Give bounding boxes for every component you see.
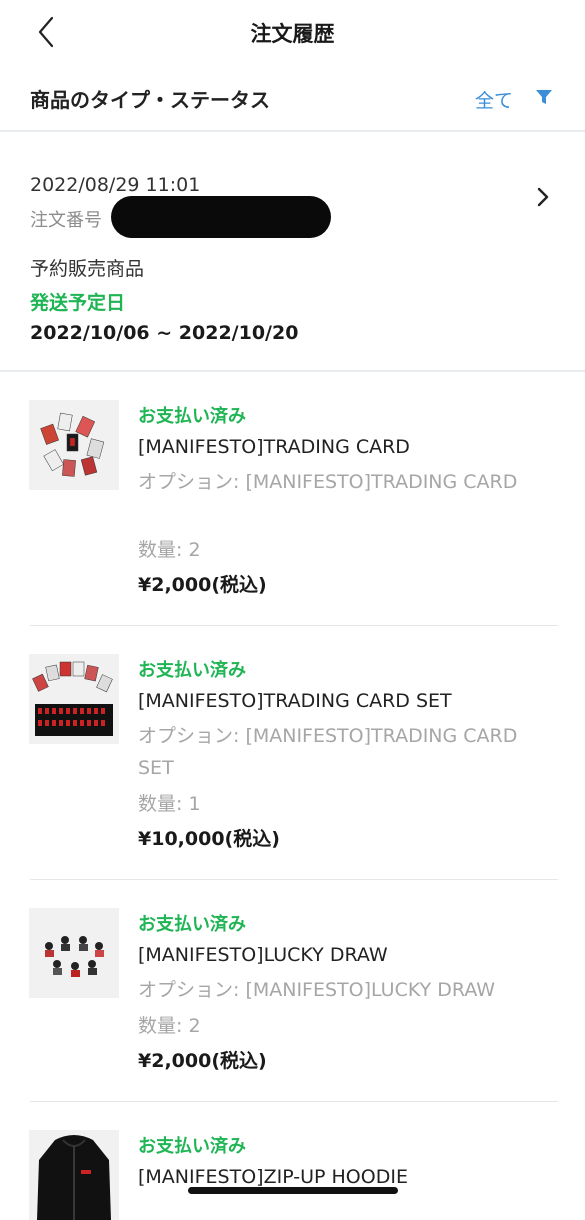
order-item[interactable]: お支払い済み [MANIFESTO]TRADING CARD オプション: [M… <box>0 372 585 626</box>
payment-status: お支払い済み <box>138 1136 246 1157</box>
chevron-right-icon[interactable] <box>532 184 554 210</box>
filter-value[interactable]: 全て <box>475 86 513 113</box>
product-quantity: 数量: 2 <box>138 539 201 561</box>
order-date: 2022/08/29 11:01 <box>30 174 201 196</box>
order-item[interactable]: お支払い済み [MANIFESTO]TRADING CARD SET オプション… <box>0 626 585 880</box>
filter-label: 商品のタイプ・ステータス <box>30 88 270 112</box>
product-thumbnail <box>29 908 119 998</box>
product-thumbnail <box>29 400 119 490</box>
product-option: オプション: [MANIFESTO]TRADING CARD SET <box>138 725 518 779</box>
payment-status: お支払い済み <box>138 660 246 681</box>
product-price: ¥2,000(税込) <box>138 574 267 596</box>
product-quantity: 数量: 1 <box>138 793 201 815</box>
redacted-order-number <box>111 196 331 238</box>
filter-row[interactable]: 商品のタイプ・ステータス 全て <box>0 66 585 132</box>
product-thumbnail <box>29 654 119 744</box>
payment-status: お支払い済み <box>138 406 246 427</box>
preorder-label: 予約販売商品 <box>30 258 145 280</box>
page-title: 注文履歴 <box>250 22 335 46</box>
product-price: ¥10,000(税込) <box>138 828 280 850</box>
product-option: オプション: [MANIFESTO]LUCKY DRAW <box>138 979 496 1001</box>
ship-date-label: 発送予定日 <box>30 292 126 314</box>
product-name: [MANIFESTO]TRADING CARD <box>138 436 410 458</box>
order-item[interactable]: お支払い済み [MANIFESTO]LUCKY DRAW オプション: [MAN… <box>0 880 585 1102</box>
product-quantity: 数量: 2 <box>138 1015 201 1037</box>
product-name: [MANIFESTO]TRADING CARD SET <box>138 690 452 712</box>
product-option: オプション: [MANIFESTO]TRADING CARD <box>138 471 518 493</box>
order-summary[interactable]: 2022/08/29 11:01 注文番号 予約販売商品 発送予定日 2022/… <box>0 132 585 372</box>
payment-status: お支払い済み <box>138 914 246 935</box>
product-price: ¥2,000(税込) <box>138 1050 267 1072</box>
filter-funnel-icon[interactable] <box>535 88 553 106</box>
product-thumbnail <box>29 1130 119 1220</box>
ship-date-range: 2022/10/06 ~ 2022/10/20 <box>30 322 299 344</box>
product-name: [MANIFESTO]ZIP-UP HOODIE <box>138 1166 408 1188</box>
order-item[interactable]: お支払い済み [MANIFESTO]ZIP-UP HOODIE <box>0 1102 585 1220</box>
order-number-label: 注文番号 <box>30 210 102 231</box>
home-indicator <box>188 1187 398 1194</box>
nav-bar: 注文履歴 <box>0 0 585 66</box>
product-name: [MANIFESTO]LUCKY DRAW <box>138 944 388 966</box>
